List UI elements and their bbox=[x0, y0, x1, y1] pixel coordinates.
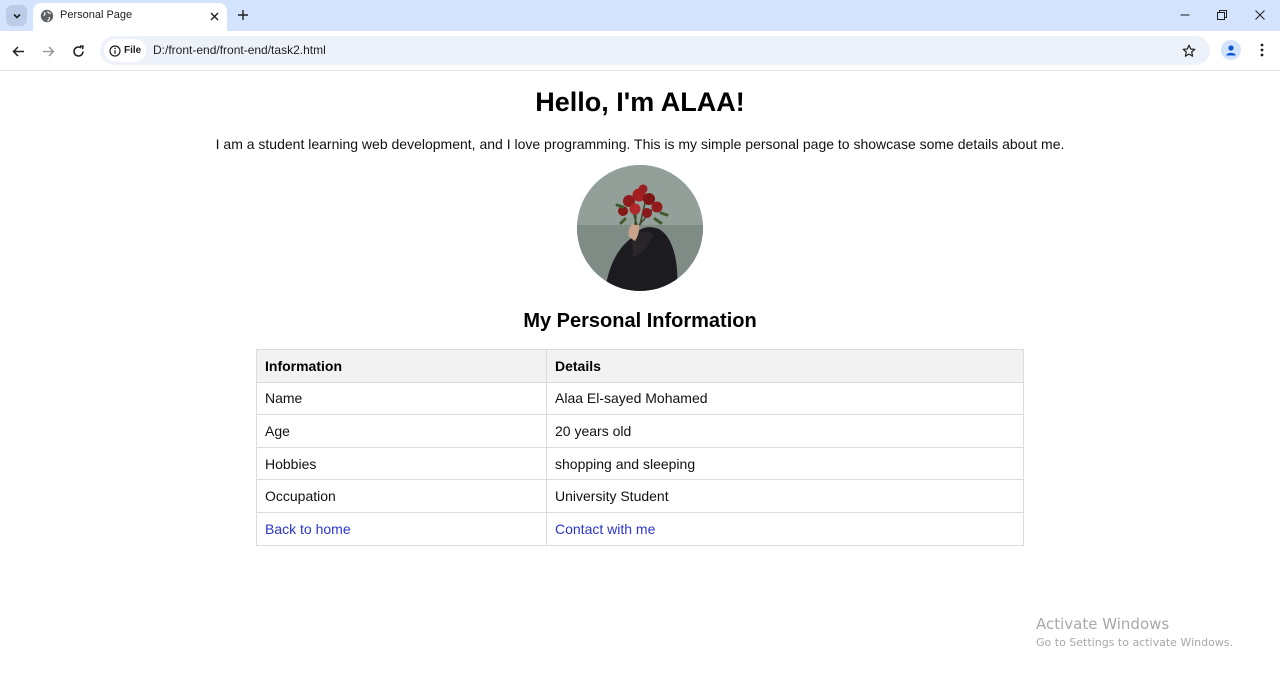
site-chip-label: File bbox=[124, 45, 142, 56]
info-label-hobbies: Hobbies bbox=[256, 446, 547, 481]
section-title: My Personal Information bbox=[523, 310, 757, 332]
column-header-details: Details bbox=[546, 349, 1024, 383]
globe-icon bbox=[40, 9, 54, 23]
person-icon bbox=[1226, 45, 1236, 56]
chevron-down-icon bbox=[12, 13, 21, 19]
table-row: Hobbies shopping and sleeping bbox=[256, 446, 1024, 481]
back-button[interactable] bbox=[8, 41, 28, 61]
tab-close-button[interactable] bbox=[206, 8, 222, 24]
tab-search-button[interactable] bbox=[6, 5, 27, 26]
more-vertical-icon bbox=[1260, 43, 1264, 57]
profile-button[interactable] bbox=[1221, 40, 1241, 60]
info-value-name: Alaa El-sayed Mohamed bbox=[546, 381, 1024, 416]
page-content: Hello, I'm ALAA! I am a student learning… bbox=[0, 72, 1280, 680]
personal-info-table: Information Details Name Alaa El-sayed M… bbox=[256, 349, 1024, 546]
info-value-hobbies: shopping and sleeping bbox=[546, 446, 1024, 481]
page-title: Hello, I'm ALAA! bbox=[535, 87, 745, 117]
tab-strip: Personal Page bbox=[0, 0, 1280, 31]
forward-button[interactable] bbox=[38, 41, 58, 61]
bookmark-button[interactable] bbox=[1180, 42, 1198, 60]
restore-icon bbox=[1217, 10, 1227, 20]
restore-button[interactable] bbox=[1210, 4, 1234, 26]
arrow-right-icon bbox=[42, 45, 55, 57]
url-text[interactable]: D:/front-end/front-end/task2.html bbox=[153, 43, 326, 57]
intro-paragraph: I am a student learning web development,… bbox=[215, 136, 1065, 152]
info-value-occupation: University Student bbox=[546, 479, 1024, 513]
close-window-button[interactable] bbox=[1248, 4, 1272, 26]
profile-photo-image bbox=[577, 165, 703, 291]
info-value-age: 20 years old bbox=[546, 414, 1024, 448]
watermark-title: Activate Windows bbox=[1036, 615, 1170, 633]
browser-menu-button[interactable] bbox=[1253, 41, 1271, 59]
back-to-home-link[interactable]: Back to home bbox=[265, 521, 351, 537]
table-row: Name Alaa El-sayed Mohamed bbox=[256, 381, 1024, 416]
close-icon bbox=[210, 12, 218, 20]
new-tab-button[interactable] bbox=[234, 6, 252, 24]
info-label-name: Name bbox=[256, 381, 547, 416]
back-home-cell: Back to home bbox=[256, 511, 547, 546]
table-row: Back to home Contact with me bbox=[256, 511, 1024, 546]
tab-personal-page[interactable]: Personal Page bbox=[33, 3, 227, 31]
reload-button[interactable] bbox=[68, 41, 88, 61]
close-icon bbox=[1255, 10, 1265, 20]
browser-toolbar: File D:/front-end/front-end/task2.html bbox=[0, 31, 1280, 71]
arrow-left-icon bbox=[11, 45, 24, 57]
info-label-occupation: Occupation bbox=[256, 479, 547, 513]
info-label-age: Age bbox=[256, 414, 547, 448]
reload-icon bbox=[72, 44, 84, 57]
plus-icon bbox=[238, 10, 248, 20]
table-row: Age 20 years old bbox=[256, 414, 1024, 448]
site-info-chip[interactable]: File bbox=[104, 39, 146, 62]
watermark-subtitle: Go to Settings to activate Windows. bbox=[1036, 636, 1234, 649]
contact-cell: Contact with me bbox=[546, 511, 1024, 546]
minimize-icon bbox=[1180, 14, 1190, 16]
table-row: Occupation University Student bbox=[256, 479, 1024, 513]
minimize-button[interactable] bbox=[1173, 4, 1197, 26]
column-header-information: Information bbox=[256, 349, 547, 383]
info-icon bbox=[109, 44, 121, 57]
address-bar[interactable]: File D:/front-end/front-end/task2.html bbox=[100, 36, 1210, 65]
contact-link[interactable]: Contact with me bbox=[555, 521, 655, 537]
tab-title: Personal Page bbox=[60, 9, 133, 21]
table-header-row: Information Details bbox=[256, 349, 1024, 383]
activate-windows-watermark: Activate Windows Go to Settings to activ… bbox=[1036, 615, 1233, 649]
star-icon bbox=[1182, 44, 1196, 57]
profile-photo bbox=[577, 165, 703, 291]
